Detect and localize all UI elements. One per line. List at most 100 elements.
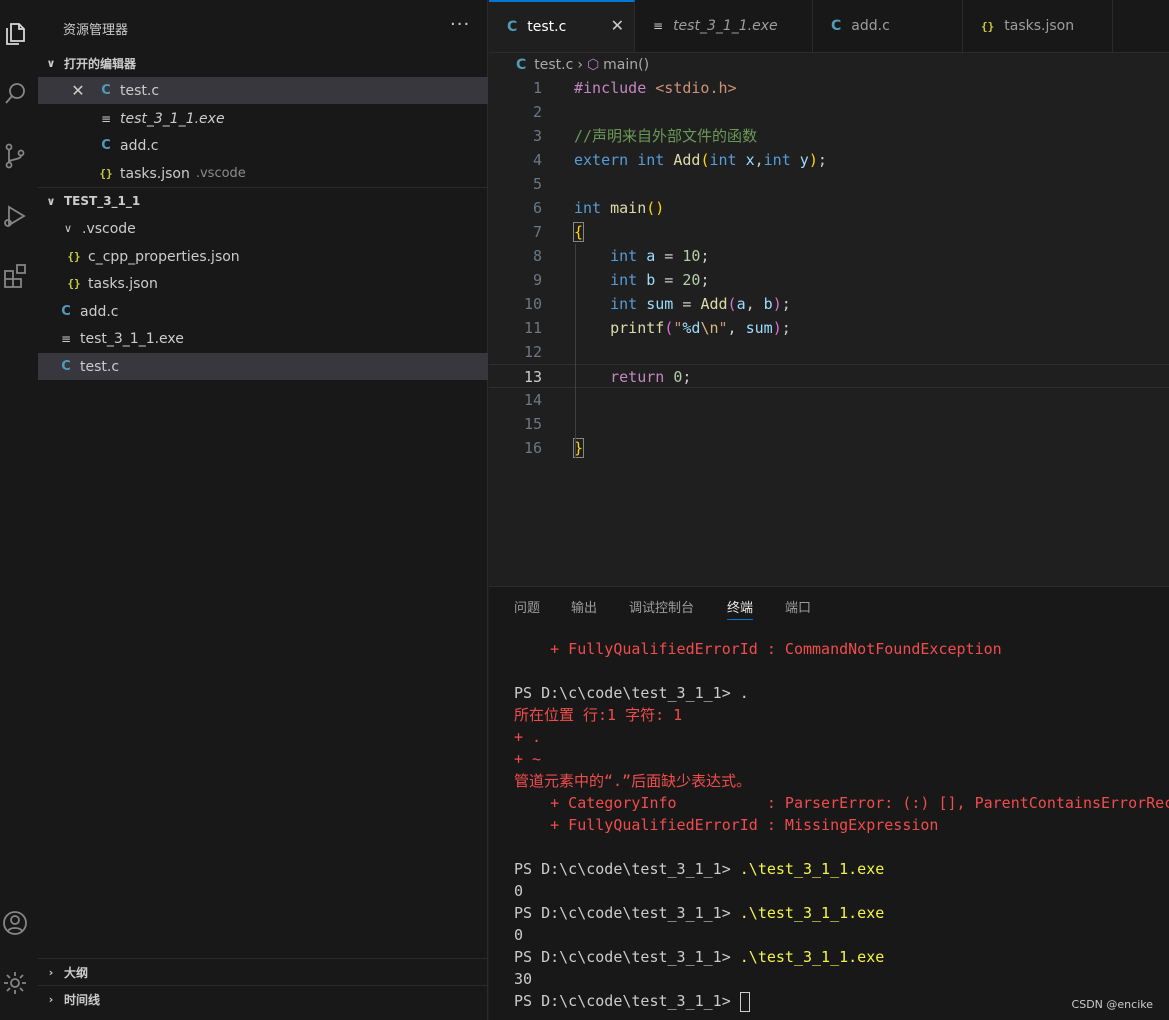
tab-terminal[interactable]: 终端: [727, 597, 754, 620]
c-file-icon: C: [507, 19, 518, 35]
tab-ports[interactable]: 端口: [785, 597, 811, 616]
json-file-icon: {}: [67, 250, 81, 263]
line-number: 14: [523, 391, 542, 409]
file-lines-icon: ≡: [60, 331, 72, 346]
folder-item-vscode[interactable]: ∨ .vscode: [38, 215, 488, 242]
terminal-command: .\test_3_1_1.exe: [739, 904, 885, 922]
c-file-icon: C: [101, 83, 111, 98]
code-line-current: 13 return 0;: [489, 364, 1169, 388]
terminal-line: + FullyQualifiedErrorId : MissingExpress…: [514, 816, 939, 834]
folder-label: .vscode: [82, 220, 136, 237]
chevron-down-icon: ∨: [63, 222, 73, 235]
line-number: 1: [532, 79, 542, 97]
tab-problems[interactable]: 问题: [514, 597, 540, 616]
terminal-line: PS D:\c\code\test_3_1_1> .: [514, 684, 749, 702]
chevron-right-icon: ›: [577, 57, 583, 73]
search-icon[interactable]: [0, 76, 30, 112]
terminal-line: 0: [514, 926, 524, 944]
more-actions-button[interactable]: ···: [450, 14, 470, 35]
code-line: 7{: [489, 220, 1169, 244]
tab-label: add.c: [851, 18, 890, 34]
explorer-title: 资源管理器: [63, 23, 129, 38]
terminal-prompt: PS D:\c\code\test_3_1_1>: [514, 992, 740, 1010]
breadcrumb-file[interactable]: test.c: [534, 57, 573, 73]
timeline-header[interactable]: › 时间线: [38, 986, 488, 1012]
project-folder-header[interactable]: ∨ TEST_3_1_1: [38, 188, 488, 214]
terminal-line: + .: [514, 728, 542, 746]
line-number: 16: [523, 439, 542, 457]
line-number: 2: [532, 103, 542, 121]
open-editor-item[interactable]: C add.c: [38, 132, 488, 159]
json-file-icon: {}: [99, 167, 113, 180]
file-item[interactable]: {} tasks.json: [38, 270, 488, 297]
terminal-input-line[interactable]: PS D:\c\code\test_3_1_1>: [514, 990, 750, 1012]
breadcrumb: C test.c › ⬡ main(): [516, 54, 649, 76]
line-number: 10: [523, 295, 542, 313]
editor-tab-bar: C test.c ✕ ≡ test_3_1_1.exe C add.c {} t…: [489, 0, 1169, 53]
terminal-line: 30: [514, 970, 533, 988]
timeline-label: 时间线: [64, 992, 101, 1007]
terminal-prompt: PS D:\c\code\test_3_1_1>: [514, 860, 740, 878]
terminal-command-line: PS D:\c\code\test_3_1_1> .\test_3_1_1.ex…: [514, 902, 884, 924]
open-editor-label: test_3_1_1.exe: [120, 110, 225, 127]
terminal-command-line: PS D:\c\code\test_3_1_1> .\test_3_1_1.ex…: [514, 858, 884, 880]
line-number: 4: [532, 151, 542, 169]
file-item-selected[interactable]: C test.c: [38, 353, 488, 380]
source-control-icon[interactable]: [0, 138, 30, 174]
chevron-right-icon: ›: [48, 965, 54, 979]
tab-output[interactable]: 输出: [571, 597, 597, 616]
breadcrumb-symbol[interactable]: main(): [603, 57, 649, 73]
terminal-line: + ~: [514, 750, 542, 768]
line-number: 15: [523, 415, 542, 433]
line-number: 9: [532, 271, 542, 289]
terminal-line: 0: [514, 882, 524, 900]
code-editor[interactable]: 1 #include <stdio.h> 2 3//声明来自外部文件的函数 4 ex…: [489, 76, 1169, 586]
tab-test-c[interactable]: C test.c ✕: [489, 0, 635, 52]
extensions-icon[interactable]: [0, 258, 30, 294]
account-icon[interactable]: [0, 905, 30, 941]
open-editor-item[interactable]: ≡ test_3_1_1.exe: [38, 105, 488, 132]
tab-debug-console[interactable]: 调试控制台: [629, 597, 694, 616]
code-line: 8 int a = 10;: [489, 244, 1169, 268]
outline-header[interactable]: › 大纲: [38, 959, 488, 985]
line-number: 7: [532, 223, 542, 241]
json-file-icon: {}: [981, 19, 995, 33]
tab-add-c[interactable]: C add.c: [813, 0, 963, 52]
close-icon[interactable]: ✕: [611, 16, 624, 35]
open-editor-folder-desc: .vscode: [195, 166, 246, 181]
explorer-icon[interactable]: [0, 16, 30, 52]
file-item[interactable]: ≡ test_3_1_1.exe: [38, 325, 488, 352]
tab-tasks-json[interactable]: {} tasks.json: [963, 0, 1113, 52]
terminal-command: .\test_3_1_1.exe: [739, 860, 885, 878]
open-editor-item[interactable]: {} tasks.json .vscode: [38, 160, 488, 187]
code-line: 1 #include <stdio.h>: [489, 76, 1169, 100]
tab-test-exe[interactable]: ≡ test_3_1_1.exe: [635, 0, 813, 52]
code-line: 6 int main(): [489, 196, 1169, 220]
open-editors-header[interactable]: ∨ 打开的编辑器: [38, 50, 488, 76]
explorer-sidebar: 资源管理器 ··· ∨ 打开的编辑器 ✕ C test.c ≡ test_3_1…: [38, 0, 488, 1020]
code-line: 4 extern int Add(int x,int y);: [489, 148, 1169, 172]
file-item[interactable]: C add.c: [38, 298, 488, 325]
project-folder-label: TEST_3_1_1: [64, 194, 141, 208]
code-line: 14: [489, 388, 1169, 412]
terminal-line: + FullyQualifiedErrorId : CommandNotFoun…: [514, 640, 1002, 658]
terminal[interactable]: + FullyQualifiedErrorId : CommandNotFoun…: [514, 638, 1169, 1018]
settings-gear-icon[interactable]: [0, 965, 30, 1001]
terminal-prompt: PS D:\c\code\test_3_1_1>: [514, 904, 740, 922]
terminal-cursor: [739, 991, 750, 1012]
chevron-down-icon: ∨: [46, 56, 56, 70]
code-line: 10 int sum = Add(a, b);: [489, 292, 1169, 316]
file-item[interactable]: {} c_cpp_properties.json: [38, 243, 488, 270]
open-editor-item[interactable]: ✕ C test.c: [38, 77, 488, 104]
terminal-line: 所在位置 行:1 字符: 1: [514, 706, 683, 724]
close-icon[interactable]: ✕: [68, 81, 88, 100]
run-debug-icon[interactable]: [0, 198, 30, 234]
file-label: add.c: [80, 303, 119, 320]
tab-label: test_3_1_1.exe: [673, 18, 778, 34]
tab-label: test.c: [527, 19, 567, 35]
terminal-command-line: PS D:\c\code\test_3_1_1> .\test_3_1_1.ex…: [514, 946, 884, 968]
line-number: 6: [532, 199, 542, 217]
file-label: test.c: [80, 358, 120, 375]
chevron-down-icon: ∨: [46, 194, 56, 208]
method-cube-icon: ⬡: [586, 57, 600, 73]
